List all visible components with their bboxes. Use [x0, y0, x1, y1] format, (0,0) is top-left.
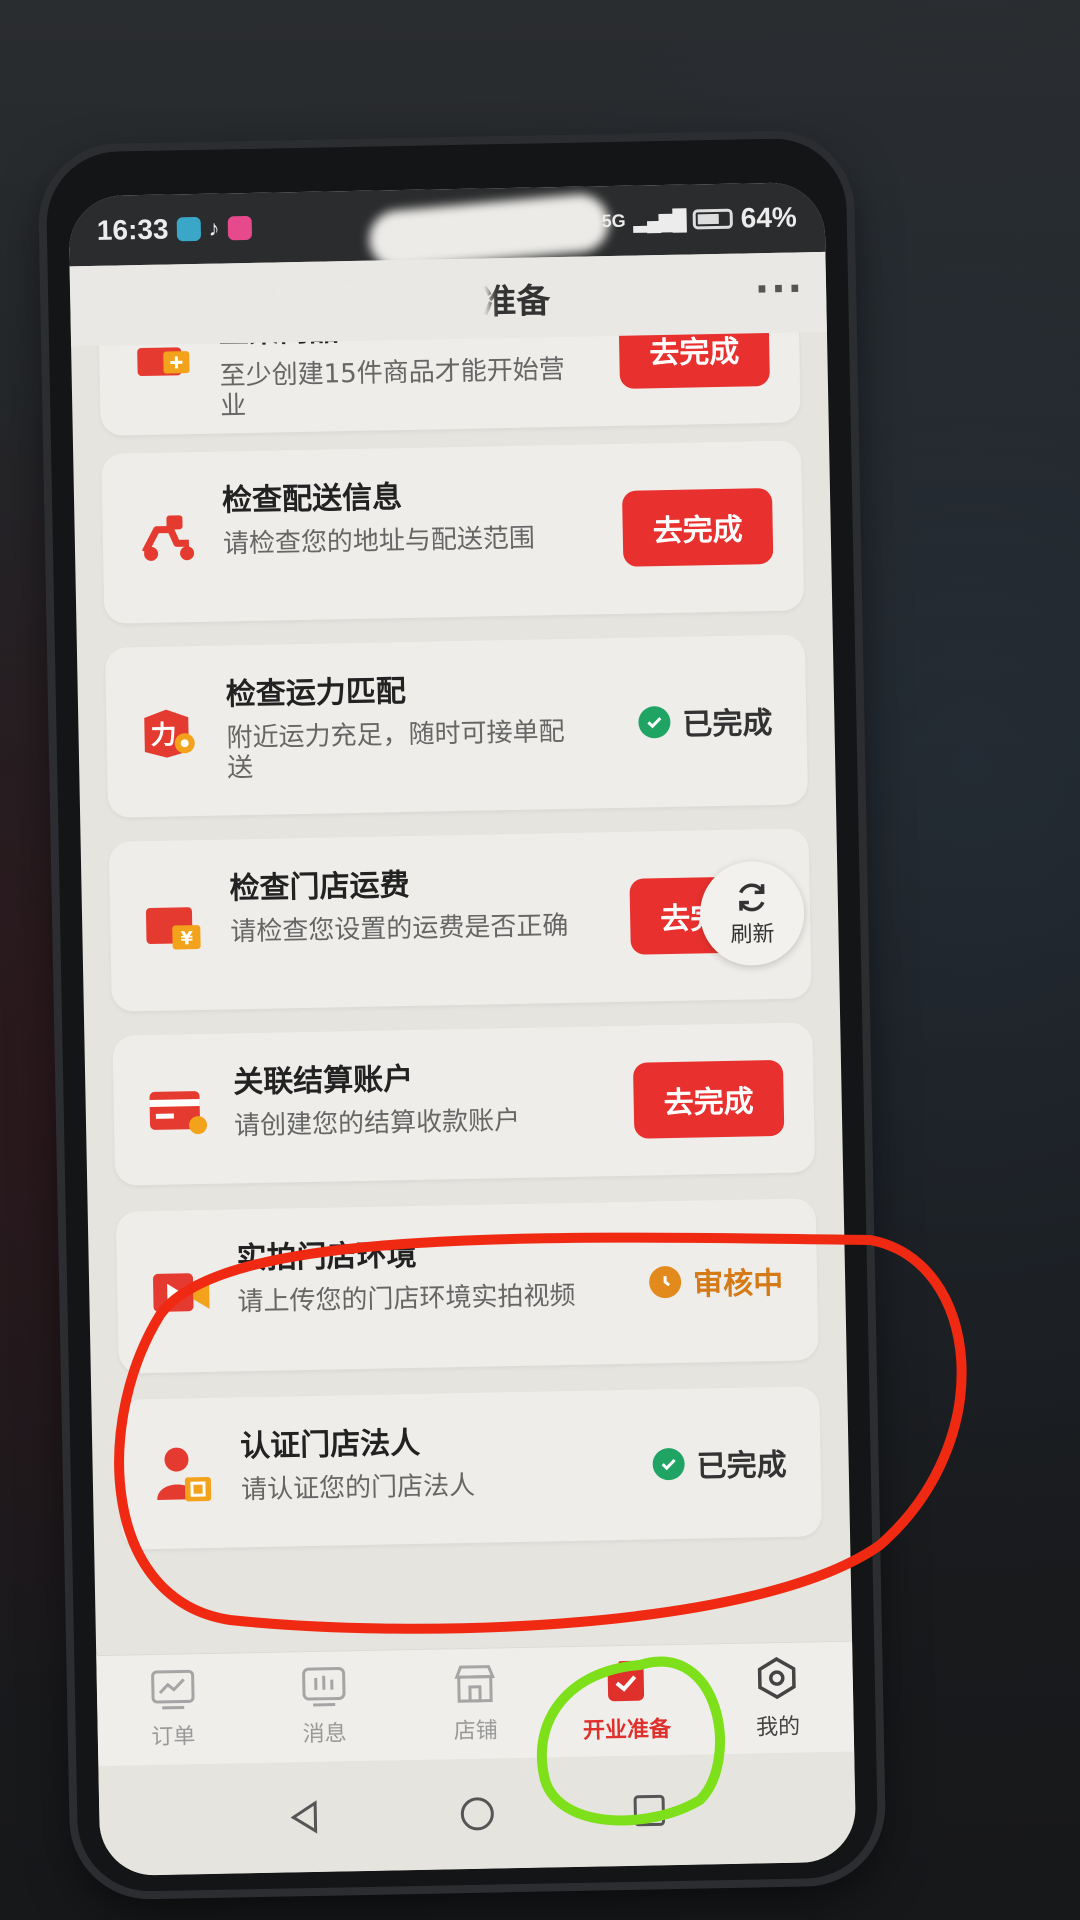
tab-messages[interactable]: 消息	[247, 1650, 400, 1763]
delivery-capacity-icon: 力	[144, 709, 195, 758]
more-button[interactable]: ···	[754, 266, 804, 311]
tab-label: 我的	[755, 1714, 801, 1741]
message-icon	[301, 1666, 346, 1707]
status-text: 审核中	[692, 1265, 784, 1303]
legal-person-icon	[157, 1447, 212, 1502]
video-app-icon	[227, 215, 252, 241]
tab-label: 开业准备	[582, 1717, 672, 1744]
task-desc: 请检查您的地址与配送范围	[222, 523, 536, 560]
video-camera-icon	[153, 1273, 210, 1312]
status-badge: 已完成	[638, 698, 773, 745]
title-redaction	[269, 276, 491, 329]
task-desc: 请上传您的门店环境实拍视频	[237, 1280, 576, 1318]
task-list[interactable]: 上架商品 至少创建15件商品才能开始营业 去完成 检查配送信息 请检查您的地址与…	[71, 331, 852, 1656]
task-desc: 附近运力充足，随时可接单配送	[226, 716, 565, 784]
system-navigation-bar	[98, 1751, 857, 1877]
status-badge: 审核中	[648, 1258, 784, 1305]
task-card: 力 检查运力匹配 附近运力充足，随时可接单配送 已完成	[104, 634, 809, 818]
task-title: 关联结算账户	[232, 1061, 414, 1101]
tiktok-icon: ♪	[208, 215, 220, 241]
tab-label: 消息	[302, 1721, 347, 1748]
task-desc: 请检查您设置的运费是否正确	[230, 910, 569, 948]
scooter-icon	[141, 515, 195, 561]
task-card: 检查配送信息 请检查您的地址与配送范围 去完成	[101, 440, 805, 624]
check-circle-icon	[652, 1447, 685, 1481]
task-title: 检查配送信息	[221, 480, 403, 519]
clock-icon	[648, 1265, 682, 1299]
tab-label: 订单	[151, 1724, 196, 1751]
tab-store[interactable]: 店铺	[399, 1647, 552, 1760]
complete-button[interactable]: 去完成	[621, 487, 774, 567]
tab-mine[interactable]: 我的	[701, 1642, 854, 1755]
task-title: 实拍门店环境	[236, 1237, 417, 1277]
tab-orders[interactable]: 订单	[96, 1653, 249, 1766]
svg-text:¥: ¥	[180, 928, 193, 949]
chart-icon	[150, 1669, 195, 1710]
phone-screen: 16:33 ♪ ◔ 5G ▂▄▆█ 64% 新店开业准备 ···	[68, 181, 857, 1877]
check-circle-icon	[638, 705, 671, 739]
task-card: 实拍门店环境 请上传您的门店环境实拍视频 审核中	[115, 1198, 819, 1374]
back-icon[interactable]	[285, 1797, 326, 1838]
refresh-label: 刷新	[730, 921, 775, 948]
task-desc: 请创建您的结算收款账户	[233, 1105, 521, 1142]
signal-icon: ▂▄▆█	[633, 209, 685, 233]
status-badge: 已完成	[652, 1440, 787, 1487]
recents-icon[interactable]	[629, 1790, 670, 1831]
nav-bar: 新店开业准备 ···	[69, 251, 827, 347]
task-desc: 请认证您的门店法人	[240, 1470, 476, 1506]
app-notification-icon	[176, 216, 201, 242]
task-title: 检查运力匹配	[225, 674, 407, 713]
battery-percent: 64%	[740, 201, 798, 234]
status-text: 已完成	[696, 1447, 788, 1485]
phone-device: 16:33 ♪ ◔ 5G ▂▄▆█ 64% 新店开业准备 ···	[45, 137, 879, 1893]
task-card: 上架商品 至少创建15件商品才能开始营业 去完成	[97, 331, 801, 436]
bank-card-icon	[149, 1091, 208, 1135]
task-card: 关联结算账户 请创建您的结算收款账户 去完成	[112, 1022, 816, 1186]
refresh-icon	[739, 883, 765, 912]
task-title: 认证门店法人	[239, 1425, 421, 1465]
tab-label: 店铺	[453, 1718, 499, 1745]
status-text: 已完成	[682, 705, 773, 743]
svg-text:力: 力	[150, 720, 177, 750]
home-icon[interactable]	[457, 1793, 498, 1834]
task-title: 检查门店运费	[229, 867, 410, 907]
status-time: 16:33	[96, 213, 169, 246]
battery-icon	[692, 208, 733, 230]
shipping-fee-icon: ¥	[145, 907, 201, 950]
clipboard-check-icon	[607, 1658, 645, 1702]
bottom-tab-bar: 订单 消息 店铺 开业准备 我的	[96, 1640, 855, 1767]
complete-button[interactable]: 去完成	[632, 1059, 785, 1139]
hexagon-settings-icon	[758, 1657, 797, 1700]
task-desc: 至少创建15件商品才能开始营业	[219, 354, 566, 422]
task-card: 认证门店法人 请认证您的门店法人 已完成	[119, 1386, 823, 1550]
store-icon	[454, 1665, 495, 1703]
complete-button[interactable]: 去完成	[618, 331, 770, 389]
tab-opening-prep[interactable]: 开业准备	[550, 1645, 703, 1758]
